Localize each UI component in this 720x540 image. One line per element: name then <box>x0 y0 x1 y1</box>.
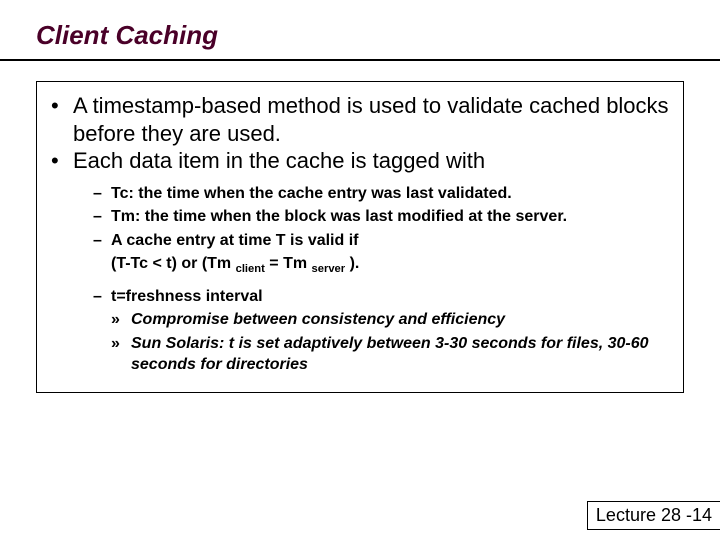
sub-marker: » <box>111 309 131 331</box>
bullet-item: • A timestamp-based method is used to va… <box>51 92 669 147</box>
dash-item: – Tc: the time when the cache entry was … <box>93 183 669 205</box>
dash-list: – t=freshness interval <box>51 286 669 308</box>
dash-marker: – <box>93 183 111 205</box>
sub-text: Sun Solaris: t is set adaptively between… <box>131 333 669 376</box>
dash-marker: – <box>93 206 111 228</box>
dash-text: Tm: the time when the block was last mod… <box>111 206 669 228</box>
dash-list: – Tc: the time when the cache entry was … <box>51 183 669 252</box>
bullet-list: • A timestamp-based method is used to va… <box>51 92 669 175</box>
footer-label: Lecture 28 -14 <box>587 501 720 530</box>
sub-item: » Sun Solaris: t is set adaptively betwe… <box>111 333 669 376</box>
dash-item: – t=freshness interval <box>93 286 669 308</box>
dash-item: – Tm: the time when the block was last m… <box>93 206 669 228</box>
bullet-text: Each data item in the cache is tagged wi… <box>73 147 669 175</box>
bullet-text: A timestamp-based method is used to vali… <box>73 92 669 147</box>
bullet-item: • Each data item in the cache is tagged … <box>51 147 669 175</box>
sub-item: » Compromise between consistency and eff… <box>111 309 669 331</box>
content-box: • A timestamp-based method is used to va… <box>36 81 684 393</box>
bullet-marker: • <box>51 147 73 175</box>
formula-part: ). <box>350 255 360 272</box>
title-divider <box>0 59 720 61</box>
bullet-marker: • <box>51 92 73 120</box>
dash-text: t=freshness interval <box>111 286 669 308</box>
formula-line: (T-Tc < t) or (Tm client = Tm server ). <box>51 253 669 277</box>
sub-marker: » <box>111 333 131 355</box>
sub-list: » Compromise between consistency and eff… <box>51 309 669 376</box>
formula-part: = Tm <box>269 255 307 272</box>
dash-item: – A cache entry at time T is valid if <box>93 230 669 252</box>
formula-part: (T-Tc < t) or (Tm <box>111 255 231 272</box>
dash-text: A cache entry at time T is valid if <box>111 230 669 252</box>
dash-marker: – <box>93 286 111 308</box>
formula-sub: client <box>236 263 265 275</box>
dash-marker: – <box>93 230 111 252</box>
slide-title: Client Caching <box>0 0 720 59</box>
dash-text: Tc: the time when the cache entry was la… <box>111 183 669 205</box>
sub-text: Compromise between consistency and effic… <box>131 309 669 331</box>
formula-sub: server <box>312 263 346 275</box>
